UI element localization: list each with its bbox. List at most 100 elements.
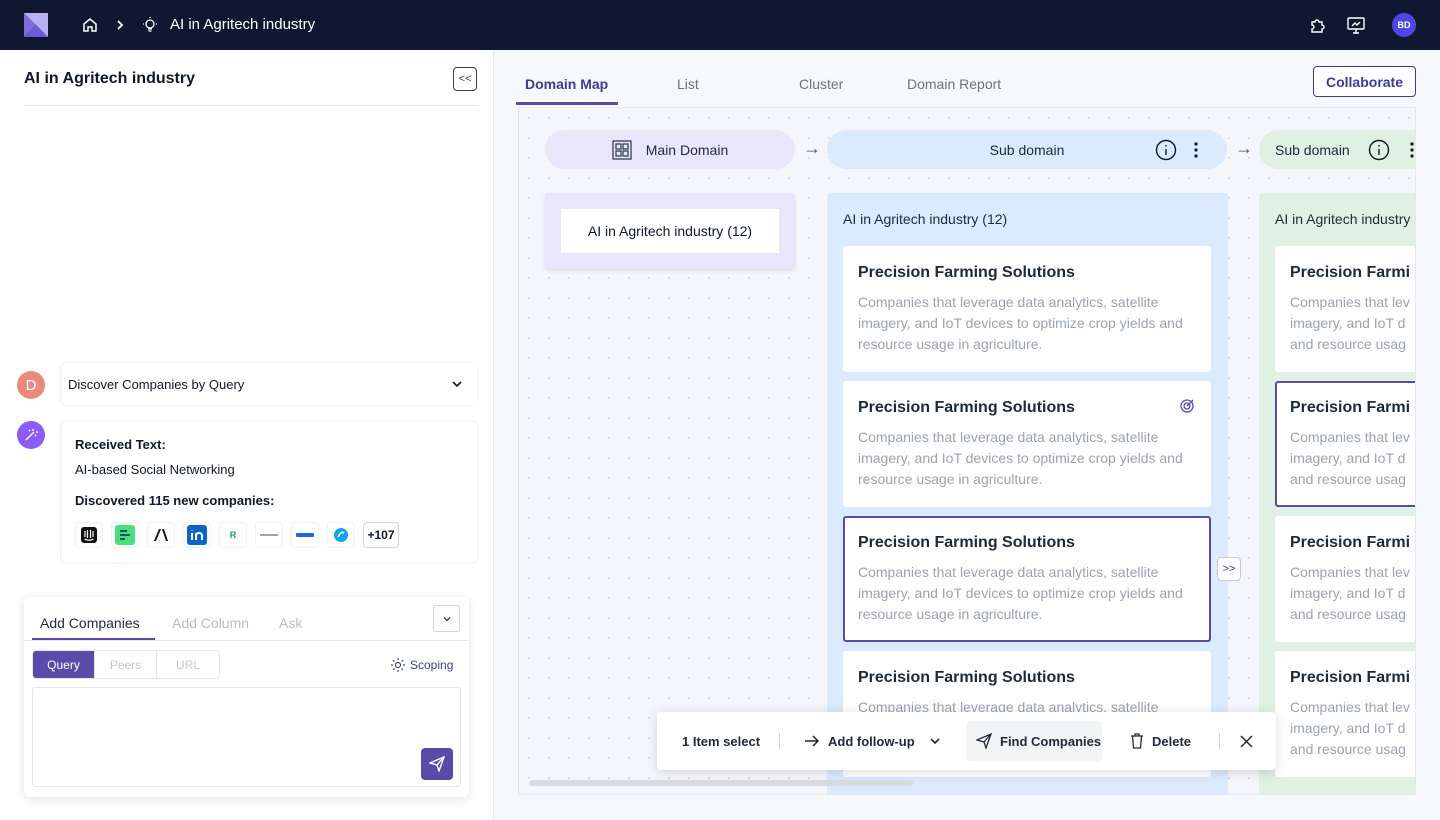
card-description-line: imagery, and IoT d bbox=[1290, 585, 1406, 601]
grid-icon bbox=[612, 139, 632, 160]
info-icon[interactable] bbox=[1368, 139, 1390, 161]
selected-count: 1 Item select bbox=[682, 712, 760, 770]
gear-icon bbox=[391, 658, 405, 672]
company-logo-green-icon[interactable] bbox=[111, 522, 139, 548]
card-description: Companies that lev imagery, and IoT d and … bbox=[1290, 292, 1415, 355]
card-description-line: imagery, and IoT d bbox=[1290, 315, 1406, 331]
domain-card-selected[interactable]: Precision Farmi Companies that lev imager… bbox=[1275, 381, 1415, 507]
collaborate-button[interactable]: Collaborate bbox=[1313, 66, 1416, 97]
info-icon[interactable] bbox=[1155, 139, 1177, 161]
horizontal-scrollbar[interactable] bbox=[529, 780, 913, 786]
received-label: Received Text: bbox=[75, 437, 166, 452]
segment-url[interactable]: URL bbox=[157, 651, 219, 678]
card-title: Precision Farmi bbox=[1290, 669, 1411, 686]
find-companies-button[interactable]: Find Companies bbox=[976, 712, 1101, 770]
domain-card[interactable]: Precision Farmi Companies that lev imager… bbox=[1275, 651, 1415, 777]
card-title: Precision Farmi bbox=[1290, 264, 1411, 281]
puzzle-icon[interactable] bbox=[1308, 15, 1328, 35]
more-companies-badge[interactable]: +107 bbox=[363, 522, 399, 548]
expand-button[interactable]: >> bbox=[1217, 557, 1241, 581]
breadcrumb-title[interactable]: AI in Agritech industry bbox=[170, 16, 315, 33]
arrow-right-icon: → bbox=[1235, 138, 1253, 158]
close-action-bar-button[interactable] bbox=[1240, 712, 1253, 770]
domain-card[interactable]: Precision Farming Solutions Companies th… bbox=[843, 381, 1211, 507]
domain-card-selected[interactable]: Precision Farming Solutions Companies th… bbox=[843, 516, 1211, 642]
home-icon[interactable] bbox=[80, 15, 100, 35]
domain-card[interactable]: Precision Farmi Companies that lev imager… bbox=[1275, 516, 1415, 642]
card-title: Precision Farmi bbox=[1290, 399, 1411, 416]
company-logo-anthropic-icon[interactable] bbox=[147, 522, 175, 548]
domain-card[interactable]: Precision Farmi Companies that lev imager… bbox=[1275, 246, 1415, 372]
card-description-line: Companies that lev bbox=[1290, 564, 1410, 580]
received-text: AI-based Social Networking bbox=[75, 462, 235, 477]
divider bbox=[779, 733, 780, 749]
send-button[interactable] bbox=[421, 748, 453, 780]
more-vertical-icon[interactable] bbox=[1409, 141, 1415, 159]
query-textarea[interactable] bbox=[32, 687, 461, 787]
main-area: Domain Map List Cluster Domain Report Co… bbox=[494, 50, 1440, 820]
company-logo-swirl-icon[interactable] bbox=[327, 522, 355, 548]
top-bar: AI in Agritech industry BD bbox=[0, 0, 1440, 50]
domain-card[interactable]: Precision Farming Solutions Companies th… bbox=[843, 246, 1211, 372]
card-title: Precision Farmi bbox=[1290, 534, 1411, 551]
divider bbox=[24, 105, 478, 106]
monitor-icon[interactable] bbox=[1346, 15, 1366, 35]
lightbulb-icon bbox=[140, 15, 160, 35]
tab-add-companies[interactable]: Add Companies bbox=[40, 615, 140, 631]
sub-domain-header[interactable]: Sub domain bbox=[827, 130, 1227, 169]
main-domain-card[interactable]: AI in Agritech industry (12) bbox=[561, 209, 779, 253]
company-logo-row: R +107 bbox=[75, 522, 463, 548]
result-message: Received Text: AI-based Social Networkin… bbox=[60, 420, 478, 564]
input-mode-segmented: Query Peers URL bbox=[32, 650, 220, 679]
compose-collapse-button[interactable] bbox=[433, 605, 460, 632]
column-header: AI in Agritech industry (12) bbox=[1275, 211, 1415, 227]
segment-query[interactable]: Query bbox=[33, 651, 95, 678]
segment-peers[interactable]: Peers bbox=[95, 651, 157, 678]
card-description-line: imagery, and IoT d bbox=[1290, 720, 1406, 736]
arrow-right-icon: → bbox=[803, 138, 821, 158]
domain-map-canvas[interactable]: Main Domain → Sub domain → Sub domain AI… bbox=[518, 107, 1416, 795]
card-description-line: and resource usag bbox=[1290, 741, 1406, 757]
main-domain-column: AI in Agritech industry (12) bbox=[545, 193, 795, 269]
company-logo-linkedin-icon[interactable] bbox=[183, 522, 211, 548]
more-vertical-icon[interactable] bbox=[1193, 141, 1199, 159]
add-follow-up-button[interactable]: Add follow-up bbox=[804, 712, 941, 770]
compose-tabs: Add Companies Add Column Ask bbox=[24, 597, 469, 641]
tab-list[interactable]: List bbox=[677, 76, 699, 92]
logo-icon[interactable] bbox=[24, 13, 48, 37]
card-description-line: Companies that lev bbox=[1290, 294, 1410, 310]
add-follow-up-label: Add follow-up bbox=[828, 733, 915, 749]
user-avatar-small: D bbox=[17, 371, 45, 399]
send-icon bbox=[976, 733, 992, 749]
close-icon bbox=[1240, 734, 1253, 748]
company-logo-r-icon[interactable]: R bbox=[219, 522, 247, 548]
company-logo-text-icon[interactable] bbox=[255, 522, 283, 548]
card-description: Companies that lev imagery, and IoT d and … bbox=[1290, 562, 1415, 625]
query-type-dropdown[interactable]: Discover Companies by Query bbox=[60, 362, 478, 406]
scoping-button[interactable]: Scoping bbox=[390, 657, 453, 673]
tab-cluster[interactable]: Cluster bbox=[799, 76, 843, 92]
target-icon[interactable] bbox=[1179, 398, 1195, 414]
collapse-panel-button[interactable]: << bbox=[453, 67, 477, 91]
trash-icon bbox=[1131, 733, 1143, 749]
card-description: Companies that leverage data analytics, … bbox=[858, 429, 1183, 487]
selected-count-label: 1 Item select bbox=[682, 733, 761, 749]
card-description: Companies that leverage data analytics, … bbox=[858, 564, 1183, 622]
sub-domain-header-2[interactable]: Sub domain bbox=[1259, 130, 1415, 169]
tab-add-column[interactable]: Add Column bbox=[172, 615, 249, 631]
main-domain-label: Main Domain bbox=[645, 141, 729, 158]
column-header: AI in Agritech industry (12) bbox=[843, 211, 1008, 227]
user-avatar[interactable]: BD bbox=[1392, 13, 1416, 37]
arrow-right-icon bbox=[805, 735, 820, 747]
tab-ask[interactable]: Ask bbox=[279, 615, 302, 631]
tab-domain-map[interactable]: Domain Map bbox=[525, 76, 608, 92]
main-domain-header[interactable]: Main Domain bbox=[545, 130, 795, 169]
delete-label: Delete bbox=[1152, 733, 1192, 749]
card-title: Precision Farming Solutions bbox=[858, 534, 1075, 551]
card-description: Companies that leverage data analytics, … bbox=[858, 294, 1183, 352]
company-logo-intercom-icon[interactable] bbox=[75, 522, 103, 548]
company-logo-blue-icon[interactable] bbox=[291, 522, 319, 548]
tab-domain-report[interactable]: Domain Report bbox=[907, 76, 1001, 92]
delete-button[interactable]: Delete bbox=[1130, 712, 1191, 770]
discovered-label: Discovered 115 new companies: bbox=[75, 493, 275, 508]
